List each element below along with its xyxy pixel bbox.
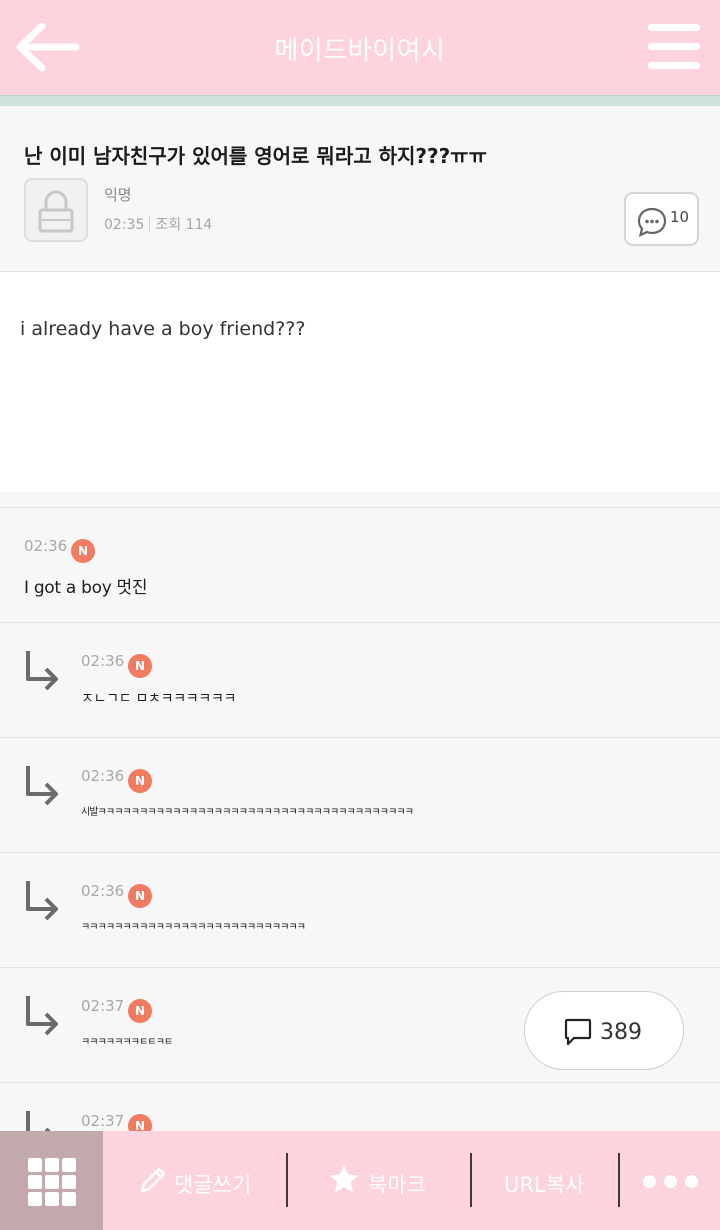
comment-time: 02:37 bbox=[81, 1112, 125, 1130]
post-content: i already have a boy friend??? bbox=[20, 318, 306, 340]
reply-item[interactable]: 02:36 N ㅋㅋㅋㅋㅋㅋㅋㅋㅋㅋㅋㅋㅋㅋㅋㅋㅋㅋㅋㅋㅋㅋㅋㅋㅋㅋㅋ bbox=[0, 852, 720, 967]
toolbar-divider bbox=[470, 1153, 472, 1207]
star-icon bbox=[329, 1165, 359, 1193]
new-badge: N bbox=[128, 999, 152, 1023]
reply-arrow-icon bbox=[26, 881, 58, 921]
post-title: 난 이미 남자친구가 있어를 영어로 뭐라고 하지???ㅠㅠ bbox=[24, 144, 487, 168]
comment-time: 02:36 bbox=[24, 537, 68, 555]
write-comment-label: 댓글쓰기 bbox=[174, 1173, 252, 1197]
reply-arrow-icon bbox=[26, 996, 58, 1036]
comment-count-button[interactable]: 10 bbox=[624, 192, 699, 246]
speech-bubble-icon bbox=[637, 207, 667, 237]
comment-time: 02:36 bbox=[81, 652, 125, 670]
post-meta: 02:35 조회 114 bbox=[104, 214, 212, 234]
post-header: 난 이미 남자친구가 있어를 영어로 뭐라고 하지???ㅠㅠ 익명 02:35 조… bbox=[0, 106, 720, 272]
post-body: i already have a boy friend??? bbox=[0, 272, 720, 492]
meta-separator bbox=[149, 216, 151, 231]
comment-text: 시발ㅋㅋㅋㅋㅋㅋㅋㅋㅋㅋㅋㅋㅋㅋㅋㅋㅋㅋㅋㅋㅋㅋㅋㅋㅋㅋㅋㅋㅋㅋㅋㅋㅋㅋㅋㅋㅋㅋ bbox=[81, 807, 414, 818]
bookmark-button[interactable]: 북마크 bbox=[322, 1131, 462, 1230]
hamburger-menu-icon[interactable] bbox=[648, 24, 700, 70]
comment-text: I got a boy 멋진 bbox=[24, 578, 148, 598]
page-title: 메이드바이여시 bbox=[274, 36, 446, 66]
comment-text: ㅋㅋㅋㅋㅋㅋㅋㅋㅋㅋㅋㅋㅋㅋㅋㅋㅋㅋㅋㅋㅋㅋㅋㅋㅋㅋㅋ bbox=[81, 922, 306, 933]
new-badge: N bbox=[128, 654, 152, 678]
post-time: 02:35 bbox=[104, 217, 145, 233]
copy-url-button[interactable]: URL복사 bbox=[490, 1131, 610, 1230]
total-comment-count: 389 bbox=[600, 1020, 642, 1045]
reply-item[interactable]: 02:36 N ㅈㄴㄱㄷ ㅁㅊㅋㅋㅋㅋㅋㅋ bbox=[0, 622, 720, 737]
floating-comment-button[interactable]: 389 bbox=[524, 991, 684, 1070]
anonymous-avatar bbox=[24, 178, 88, 242]
more-options-icon[interactable] bbox=[643, 1175, 699, 1191]
comment-time: 02:36 bbox=[81, 767, 125, 785]
reply-arrow-icon bbox=[26, 766, 58, 806]
accent-divider bbox=[0, 95, 720, 106]
comment-bubble-icon bbox=[564, 1018, 592, 1046]
post-author: 익명 bbox=[104, 186, 132, 204]
comment-item[interactable]: 02:36 N I got a boy 멋진 bbox=[0, 507, 720, 622]
reply-item[interactable]: 02:36 N 시발ㅋㅋㅋㅋㅋㅋㅋㅋㅋㅋㅋㅋㅋㅋㅋㅋㅋㅋㅋㅋㅋㅋㅋㅋㅋㅋㅋㅋㅋㅋ… bbox=[0, 737, 720, 852]
post-views: 조회 114 bbox=[155, 217, 213, 233]
comment-text: ㅋㅋㅋㅋㅋㅋㅋㅌㅌㅋㅌ bbox=[81, 1037, 173, 1048]
top-bar: 메이드바이여시 bbox=[0, 0, 720, 95]
toolbar-divider bbox=[286, 1153, 288, 1207]
bottom-toolbar: 댓글쓰기 북마크 URL복사 bbox=[0, 1131, 720, 1230]
comment-text: ㅈㄴㄱㄷ ㅁㅊㅋㅋㅋㅋㅋㅋ bbox=[81, 691, 237, 707]
grid-menu-button[interactable] bbox=[0, 1131, 103, 1230]
comment-time: 02:36 bbox=[81, 882, 125, 900]
write-comment-button[interactable]: 댓글쓰기 bbox=[132, 1131, 284, 1230]
new-badge: N bbox=[128, 769, 152, 793]
reply-arrow-icon bbox=[26, 651, 58, 691]
copy-url-label: URL복사 bbox=[504, 1173, 585, 1197]
new-badge: N bbox=[128, 884, 152, 908]
pencil-icon bbox=[140, 1167, 166, 1193]
toolbar-divider bbox=[618, 1153, 620, 1207]
comment-count: 10 bbox=[670, 208, 690, 226]
new-badge: N bbox=[71, 539, 95, 563]
bookmark-label: 북마크 bbox=[368, 1173, 426, 1197]
comment-time: 02:37 bbox=[81, 997, 125, 1015]
lock-icon bbox=[38, 190, 74, 233]
